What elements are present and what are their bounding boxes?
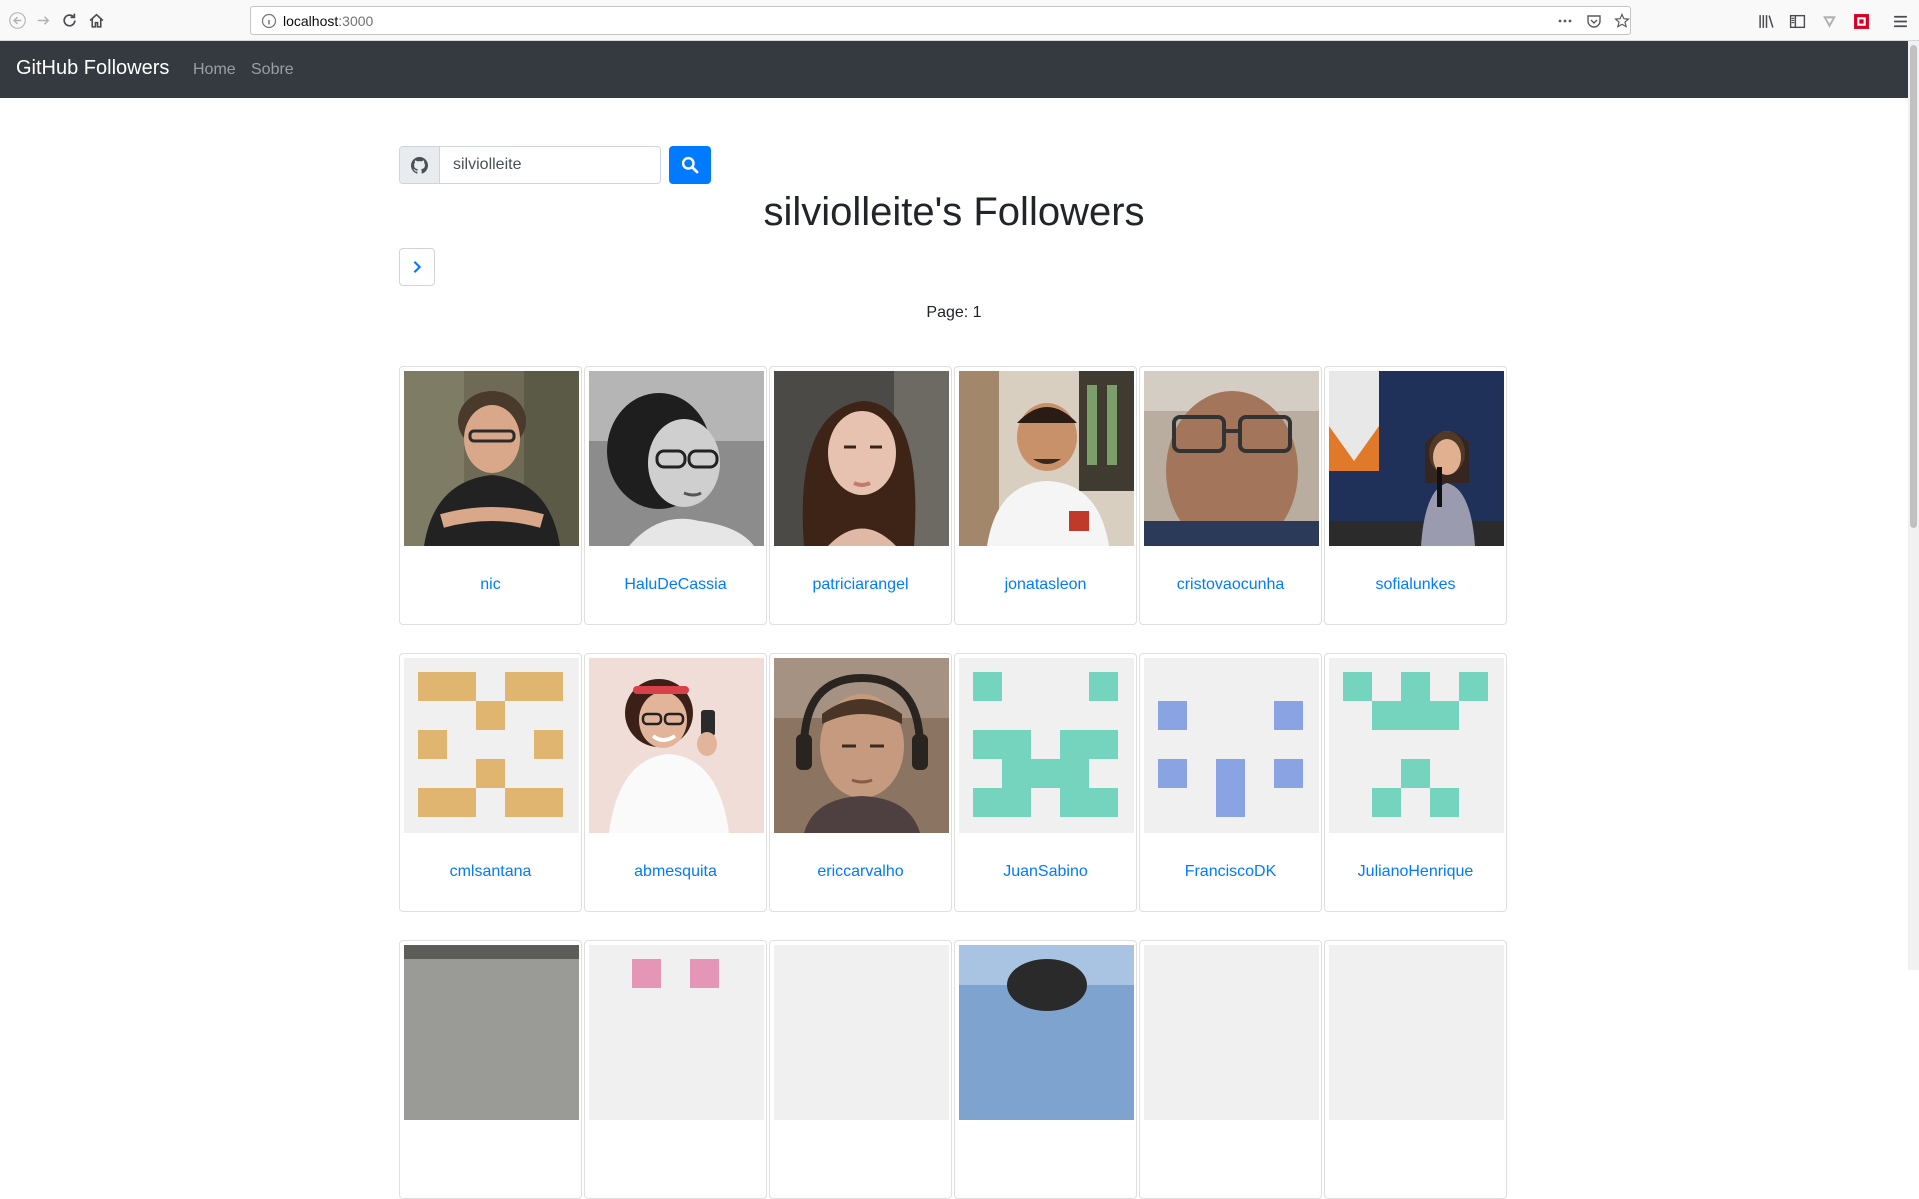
avatar[interactable] — [959, 371, 1134, 546]
search-button[interactable] — [669, 146, 711, 184]
follower-login[interactable]: cmlsantana — [400, 863, 581, 881]
follower-card: ericcarvalho — [769, 653, 952, 912]
follower-login[interactable]: patriciarangel — [770, 576, 951, 594]
follower-card: jonatasleon — [954, 366, 1137, 625]
app-navbar: GitHub Followers Home Sobre — [0, 41, 1908, 98]
follower-card: abmesquita — [584, 653, 767, 912]
follower-card: patriciarangel — [769, 366, 952, 625]
follower-login[interactable]: HaluDeCassia — [585, 576, 766, 594]
avatar[interactable] — [1329, 371, 1504, 546]
url-bar[interactable]: localhost:3000 — [250, 6, 1631, 35]
follower-login[interactable]: abmesquita — [585, 863, 766, 881]
search-icon — [681, 156, 699, 174]
follower-login[interactable]: jonatasleon — [955, 576, 1136, 594]
nav-link-sobre[interactable]: Sobre — [251, 61, 294, 79]
next-page-button[interactable] — [399, 248, 435, 286]
follower-login[interactable]: sofialunkes — [1325, 576, 1506, 594]
follower-card: nic — [399, 366, 582, 625]
follower-card: JulianoHenrique — [1324, 653, 1507, 912]
follower-card — [584, 940, 767, 1199]
follower-card: JuanSabino — [954, 653, 1137, 912]
follower-card — [399, 940, 582, 1199]
follower-login[interactable]: nic — [400, 576, 581, 594]
follower-card: sofialunkes — [1324, 366, 1507, 625]
page-title: silviolleite's Followers — [763, 190, 1145, 234]
avatar[interactable] — [1144, 658, 1319, 833]
follower-card: cmlsantana — [399, 653, 582, 912]
more-dots-icon[interactable] — [1555, 12, 1575, 30]
page-indicator: Page: 1 — [926, 304, 982, 321]
follower-login[interactable]: FranciscoDK — [1140, 863, 1321, 881]
avatar[interactable] — [404, 371, 579, 546]
avatar[interactable] — [589, 658, 764, 833]
url-text[interactable]: localhost:3000 — [283, 13, 373, 29]
avatar[interactable] — [589, 371, 764, 546]
follower-card — [1324, 940, 1507, 1199]
avatar[interactable] — [1144, 371, 1319, 546]
avatar[interactable] — [774, 658, 949, 833]
info-icon[interactable] — [261, 13, 277, 29]
follower-card: HaluDeCassia — [584, 366, 767, 625]
home-icon[interactable] — [84, 8, 108, 32]
follower-card — [1139, 940, 1322, 1199]
scrollbar-thumb[interactable] — [1910, 45, 1917, 528]
reload-icon[interactable] — [57, 8, 81, 32]
bookmark-star-icon[interactable] — [1612, 12, 1632, 30]
sidebar-icon[interactable] — [1786, 10, 1808, 32]
browser-toolbar: localhost:3000 — [0, 0, 1919, 41]
follower-login[interactable]: ericcarvalho — [770, 863, 951, 881]
avatar[interactable] — [774, 945, 949, 1120]
avatar[interactable] — [589, 945, 764, 1120]
url-host: localhost — [283, 13, 339, 29]
search-input[interactable] — [440, 147, 660, 183]
avatar[interactable] — [1329, 658, 1504, 833]
follower-card: FranciscoDK — [1139, 653, 1322, 912]
avatar[interactable] — [404, 945, 579, 1120]
navbar-brand[interactable]: GitHub Followers — [16, 57, 169, 80]
avatar[interactable] — [404, 658, 579, 833]
vpn-icon[interactable] — [1818, 10, 1840, 32]
follower-login[interactable]: JuanSabino — [955, 863, 1136, 881]
menu-icon[interactable] — [1889, 10, 1911, 32]
nav-link-home[interactable]: Home — [193, 61, 236, 79]
back-arrow-icon[interactable] — [5, 8, 29, 32]
library-icon[interactable] — [1755, 10, 1777, 32]
url-port: :3000 — [338, 13, 374, 29]
avatar[interactable] — [774, 371, 949, 546]
search-group — [399, 146, 661, 184]
main-container: silviolleite's Followers Page: 1 nic Hal… — [399, 98, 1509, 1199]
follower-login[interactable]: cristovaocunha — [1140, 576, 1321, 594]
follower-card: cristovaocunha — [1139, 366, 1322, 625]
avatar[interactable] — [959, 945, 1134, 1120]
avatar[interactable] — [1329, 945, 1504, 1120]
avatar[interactable] — [959, 658, 1134, 833]
github-icon — [400, 147, 440, 183]
page-scrollbar[interactable] — [1908, 41, 1919, 970]
forward-arrow-icon[interactable] — [31, 8, 55, 32]
pocket-icon[interactable] — [1584, 12, 1604, 30]
avatar[interactable] — [1144, 945, 1319, 1120]
follower-card — [769, 940, 952, 1199]
chevron-right-icon — [413, 261, 422, 273]
follower-login[interactable]: JulianoHenrique — [1325, 863, 1506, 881]
follower-card — [954, 940, 1137, 1199]
extension-icon[interactable] — [1850, 10, 1872, 32]
